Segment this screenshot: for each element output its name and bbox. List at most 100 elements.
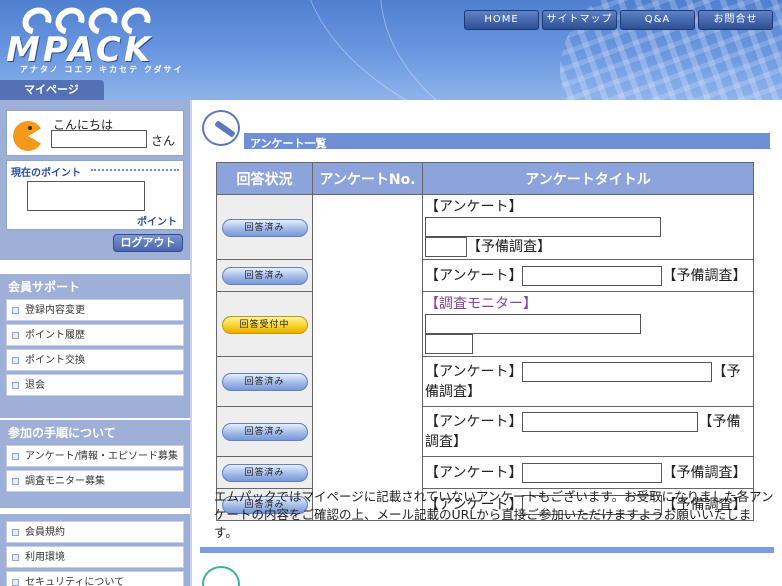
bullet-square-icon bbox=[12, 307, 19, 314]
survey-title-field bbox=[522, 265, 663, 286]
menu-item-label: セキュリティについて bbox=[25, 577, 125, 586]
member-panel: こんにちは さん 現在のポイント ポイント ログアウト bbox=[0, 100, 190, 260]
survey-title-cell[interactable]: 【アンケート】 【予備調査】 bbox=[422, 406, 754, 457]
survey-title-field bbox=[425, 217, 661, 237]
greeting-box: こんにちは さん bbox=[6, 110, 184, 156]
status-cell: 回答済み bbox=[216, 194, 313, 260]
status-answered-button[interactable]: 回答済み bbox=[221, 373, 308, 391]
menu-item-label: 調査モニター募集 bbox=[25, 476, 105, 487]
bullet-square-icon bbox=[12, 529, 19, 536]
table-row: 回答済み 【アンケート】 【予備調査】 bbox=[216, 194, 754, 521]
menu-item-terms[interactable]: 会員規約 bbox=[6, 521, 184, 543]
survey-number-cell bbox=[312, 194, 423, 521]
table-row: 回答済み 【アンケート】 【予備調査】 bbox=[216, 406, 754, 457]
nav-qa-button[interactable]: Q&A bbox=[620, 10, 695, 30]
column-header-title: アンケートタイトル bbox=[422, 162, 754, 195]
title-prefix: 【アンケート】 bbox=[425, 267, 523, 284]
column-header-status: 回答状況 bbox=[216, 162, 313, 195]
table-row: 回答受付中 【調査モニター】 bbox=[216, 291, 754, 357]
other-menu: 会員規約 利用環境 セキュリティについて bbox=[0, 514, 190, 586]
menu-item-label: ポイント交換 bbox=[25, 355, 85, 366]
status-answered-button[interactable]: 回答済み bbox=[221, 267, 308, 285]
section-title: アンケート一覧 bbox=[250, 137, 327, 150]
survey-title-cell[interactable]: 【アンケート】 【予備調査】 bbox=[422, 356, 754, 407]
menu-item-label: 利用環境 bbox=[25, 552, 65, 563]
dotted-divider bbox=[91, 169, 179, 171]
pencil-icon bbox=[202, 110, 240, 146]
menu-item-survey-recruit[interactable]: アンケート/情報・エピソード募集 bbox=[6, 445, 184, 467]
title-suffix: 【予備調査】 bbox=[467, 239, 551, 255]
next-section-icon bbox=[202, 566, 240, 586]
survey-title-field bbox=[425, 334, 473, 354]
title-prefix: 【アンケート】 bbox=[425, 199, 523, 215]
procedure-menu: 参加の手順について アンケート/情報・エピソード募集 調査モニター募集 bbox=[0, 420, 190, 508]
survey-title-field bbox=[425, 314, 641, 334]
vertical-divider bbox=[190, 100, 192, 586]
status-cell: 回答済み bbox=[216, 259, 313, 292]
site-header: MPACK アナタノ コエヲ キカセテ クダサイ HOME サイトマップ Q&A… bbox=[0, 0, 782, 100]
menu-item-point-exchange[interactable]: ポイント交換 bbox=[6, 349, 184, 371]
logout-button[interactable]: ログアウト bbox=[113, 234, 183, 252]
bullet-square-icon bbox=[12, 357, 19, 364]
table-header-row: 回答状況 アンケートNo. アンケートタイトル bbox=[216, 162, 754, 195]
top-navigation: HOME サイトマップ Q&A お問合せ bbox=[464, 10, 773, 30]
bullet-square-icon bbox=[12, 453, 19, 460]
menu-item-label: ポイント履歴 bbox=[25, 330, 85, 341]
menu-item-edit-registration[interactable]: 登録内容変更 bbox=[6, 299, 184, 321]
menu-item-security[interactable]: セキュリティについて bbox=[6, 571, 184, 586]
survey-title-cell[interactable]: 【アンケート】 【予備調査】 bbox=[422, 194, 754, 260]
title-prefix: 【アンケート】 bbox=[425, 363, 523, 380]
menu-item-label: アンケート/情報・エピソード募集 bbox=[25, 451, 178, 462]
member-support-menu: 会員サポート 登録内容変更 ポイント履歴 ポイント交換 退会 bbox=[0, 274, 190, 418]
mypage-tab[interactable]: マイページ bbox=[0, 80, 104, 100]
member-support-title: 会員サポート bbox=[8, 280, 81, 294]
status-answered-button[interactable]: 回答済み bbox=[221, 464, 308, 482]
table-row: 回答済み 【アンケート】 【予備調査】 bbox=[216, 456, 754, 489]
site-tagline: アナタノ コエヲ キカセテ クダサイ bbox=[20, 65, 184, 74]
status-cell: 回答済み bbox=[216, 406, 313, 457]
menu-item-point-history[interactable]: ポイント履歴 bbox=[6, 324, 184, 346]
member-name-field bbox=[51, 130, 147, 148]
points-value-field bbox=[27, 181, 145, 211]
status-cell: 回答済み bbox=[216, 456, 313, 489]
survey-table: 回答状況 アンケートNo. アンケートタイトル 回答済み 【アンケート】 【予備… bbox=[216, 162, 754, 521]
nav-sitemap-button[interactable]: サイトマップ bbox=[542, 10, 617, 30]
title-prefix: 【アンケート】 bbox=[425, 464, 523, 481]
survey-title-cell[interactable]: 【アンケート】 【予備調査】 bbox=[422, 259, 754, 292]
points-title: 現在のポイント bbox=[11, 168, 81, 179]
avatar-eye bbox=[28, 126, 32, 130]
survey-title-field bbox=[425, 237, 467, 257]
bullet-square-icon bbox=[12, 332, 19, 339]
nav-contact-button[interactable]: お問合せ bbox=[698, 10, 773, 30]
status-cell: 回答受付中 bbox=[216, 291, 313, 357]
section-footer-bar bbox=[200, 547, 774, 553]
nav-home-button[interactable]: HOME bbox=[464, 10, 539, 30]
status-accepting-button[interactable]: 回答受付中 bbox=[221, 315, 308, 334]
notice-text: エムパックではマイページに記載されていないアンケートもございます。お受取になりま… bbox=[214, 489, 774, 540]
sidebar: こんにちは さん 現在のポイント ポイント ログアウト 会員サポート 登録内容変… bbox=[0, 100, 190, 586]
table-row: 回答済み 【アンケート】 【予備調査】 bbox=[216, 259, 754, 292]
survey-title-field bbox=[522, 411, 699, 432]
title-prefix: 【アンケート】 bbox=[425, 413, 523, 430]
menu-item-label: 退会 bbox=[25, 380, 45, 391]
menu-item-label: 登録内容変更 bbox=[25, 305, 85, 316]
honorific-text: さん bbox=[151, 134, 176, 148]
menu-item-monitor-recruit[interactable]: 調査モニター募集 bbox=[6, 470, 184, 492]
main-content: アンケート一覧 回答状況 アンケートNo. アンケートタイトル 回答済み 【アン… bbox=[200, 100, 782, 586]
status-answered-button[interactable]: 回答済み bbox=[221, 218, 308, 237]
points-unit: ポイント bbox=[137, 217, 177, 228]
bullet-square-icon bbox=[12, 382, 19, 389]
title-suffix: 【予備調査】 bbox=[662, 267, 747, 284]
survey-title-field bbox=[522, 361, 713, 382]
menu-item-withdraw[interactable]: 退会 bbox=[6, 374, 184, 396]
menu-item-label: 会員規約 bbox=[25, 527, 65, 538]
column-header-number: アンケートNo. bbox=[312, 162, 423, 195]
status-answered-button[interactable]: 回答済み bbox=[221, 423, 308, 441]
menu-item-environment[interactable]: 利用環境 bbox=[6, 546, 184, 568]
survey-title-cell[interactable]: 【アンケート】 【予備調査】 bbox=[422, 456, 754, 489]
bullet-square-icon bbox=[12, 554, 19, 561]
table-row: 回答済み 【アンケート】 【予備調査】 bbox=[216, 356, 754, 407]
survey-title-cell[interactable]: 【調査モニター】 bbox=[422, 291, 754, 357]
points-box: 現在のポイント ポイント bbox=[6, 160, 184, 230]
bullet-square-icon bbox=[12, 579, 19, 586]
